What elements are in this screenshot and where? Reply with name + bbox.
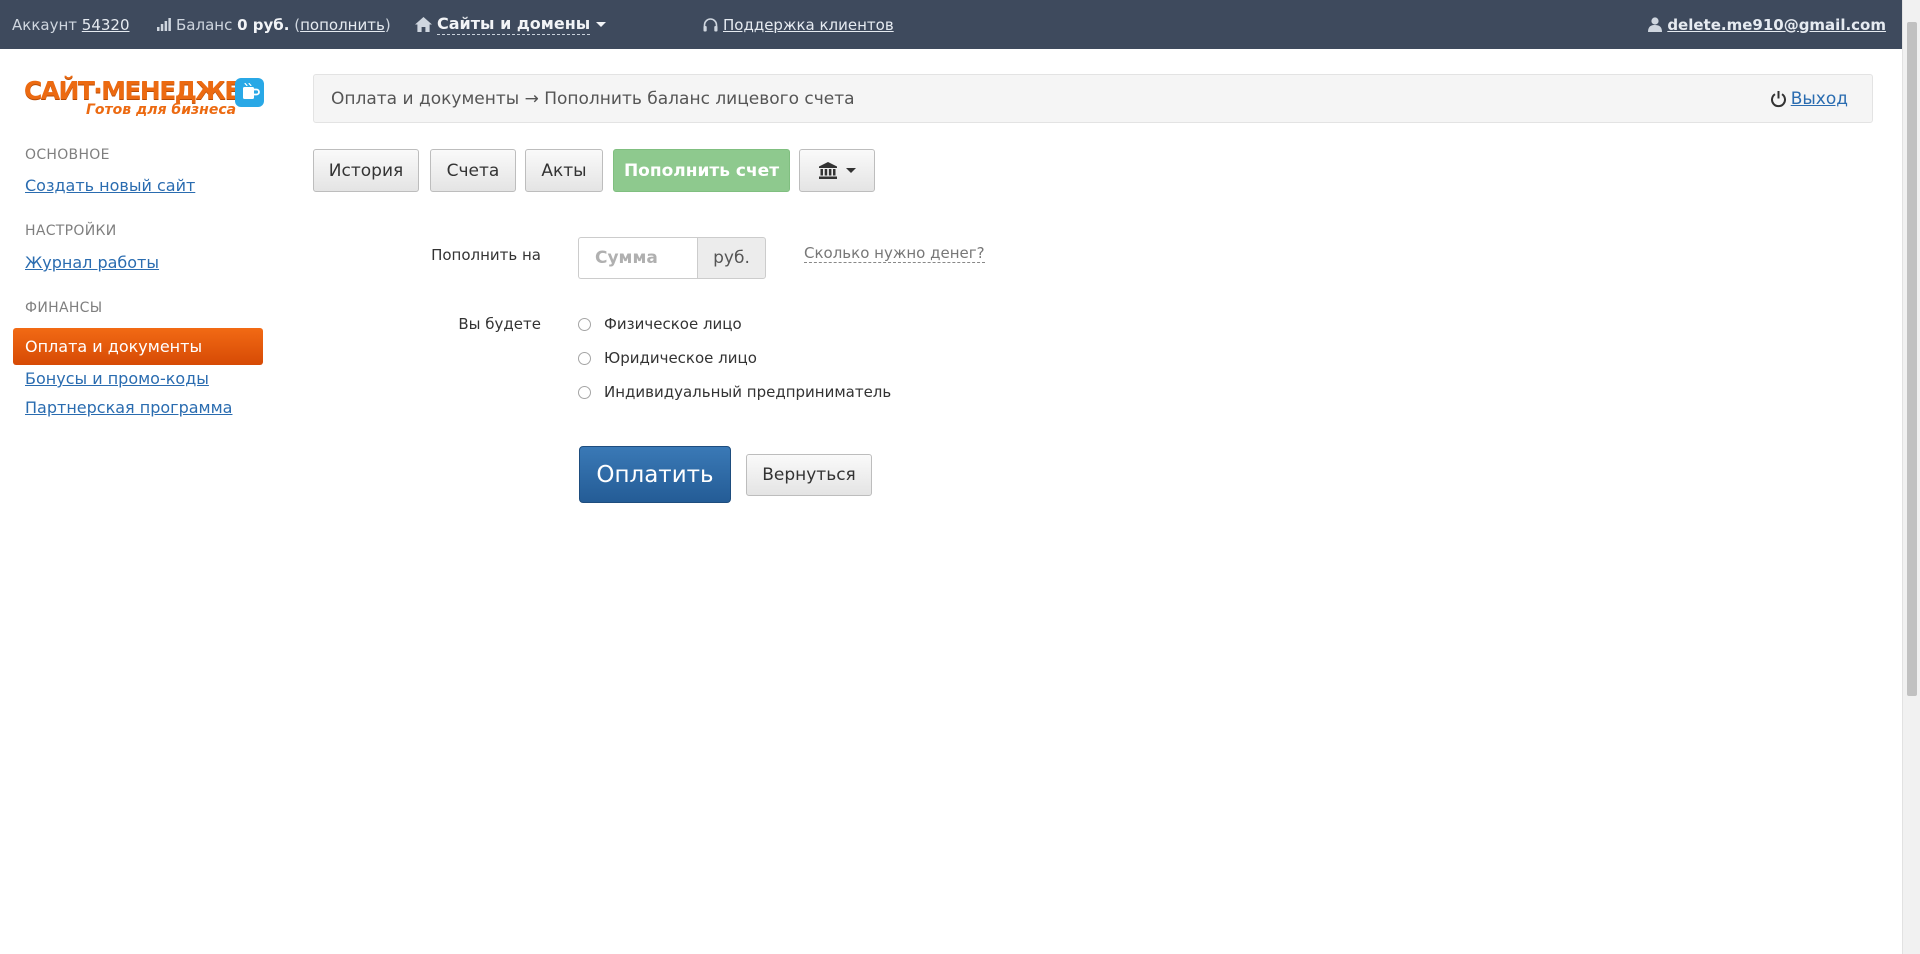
sites-menu[interactable]: Сайты и домены: [415, 0, 607, 49]
sidebar-heading-basic: ОСНОВНОЕ: [25, 147, 110, 163]
sidebar-item-payments-label: Оплата и документы: [25, 337, 203, 356]
history-button[interactable]: История: [313, 149, 419, 192]
account-label: Аккаунт: [12, 15, 77, 34]
breadcrumb: Оплата и документы → Пополнить баланс ли…: [313, 74, 1873, 123]
support: Поддержка клиентов: [703, 0, 894, 49]
headphones-icon: [703, 17, 718, 32]
sidebar-item-payments[interactable]: Оплата и документы: [13, 328, 263, 365]
sidebar-item-work-log[interactable]: Журнал работы: [25, 253, 159, 272]
sites-menu-label[interactable]: Сайты и домены: [437, 14, 591, 35]
entity-option-individual[interactable]: Физическое лицо: [578, 315, 742, 333]
chevron-down-icon: [845, 168, 856, 173]
user-email-link[interactable]: delete.me910@gmail.com: [1667, 16, 1886, 34]
topup-button[interactable]: Пополнить счет: [613, 149, 790, 192]
acts-button[interactable]: Акты: [525, 149, 603, 192]
breadcrumb-text: Оплата и документы → Пополнить баланс ли…: [331, 88, 855, 109]
support-link[interactable]: Поддержка клиентов: [723, 16, 894, 34]
how-much-money-link[interactable]: Сколько нужно денег?: [804, 244, 985, 263]
balance-value: 0 руб.: [237, 15, 290, 34]
exit-link[interactable]: Выход: [1791, 89, 1848, 109]
power-icon[interactable]: [1770, 90, 1787, 108]
bank-dropdown-button[interactable]: [799, 149, 875, 192]
sidebar-item-create-site[interactable]: Создать новый сайт: [25, 176, 195, 195]
topup-paren-close: ): [384, 15, 391, 34]
invoices-button[interactable]: Счета: [430, 149, 516, 192]
amount-input[interactable]: [578, 237, 697, 279]
entity-option-legal[interactable]: Юридическое лицо: [578, 349, 757, 367]
balance-label: Баланс: [176, 15, 233, 34]
sidebar-heading-finance: ФИНАНСЫ: [25, 300, 103, 316]
currency-addon: руб.: [697, 237, 766, 279]
radio-legal[interactable]: [578, 351, 591, 365]
signal-bars-icon: [157, 18, 171, 31]
entity-option-label: Физическое лицо: [604, 315, 742, 333]
scrollbar-thumb[interactable]: [1907, 22, 1917, 696]
user-menu: delete.me910@gmail.com: [1648, 0, 1886, 49]
exit-area: Выход: [1770, 75, 1848, 122]
entity-option-label: Юридическое лицо: [604, 349, 757, 367]
topup-link[interactable]: пополнить: [300, 16, 385, 34]
logo[interactable]: САЙТ·МЕНЕДЖЕР Готов для бизнеса: [24, 76, 264, 122]
home-icon: [415, 17, 432, 32]
bank-icon: [818, 162, 837, 179]
radio-individual[interactable]: [578, 317, 591, 331]
entity-option-label: Индивидуальный предприниматель: [604, 383, 892, 401]
amount-label: Пополнить на: [431, 246, 541, 264]
scrollbar[interactable]: [1902, 0, 1920, 954]
back-button[interactable]: Вернуться: [746, 454, 872, 496]
logo-sub-text: Готов для бизнеса: [86, 102, 237, 118]
radio-entrepreneur[interactable]: [578, 385, 591, 399]
entity-option-entrepreneur[interactable]: Индивидуальный предприниматель: [578, 383, 891, 401]
entity-label: Вы будете: [458, 315, 541, 333]
user-icon: [1648, 17, 1663, 32]
chevron-down-icon: [596, 22, 607, 27]
sidebar-item-partner-program[interactable]: Партнерская программа: [25, 398, 232, 417]
account-number-link[interactable]: 54320: [82, 16, 130, 34]
top-bar: Аккаунт 54320 Баланс 0 руб. (пополнить) …: [0, 0, 1920, 49]
logo-main-text: САЙТ·МЕНЕДЖЕР: [24, 76, 258, 105]
sidebar-heading-settings: НАСТРОЙКИ: [25, 223, 117, 239]
balance-info: Баланс 0 руб. (пополнить): [157, 0, 391, 49]
account-info: Аккаунт 54320: [12, 0, 130, 49]
pay-button[interactable]: Оплатить: [579, 446, 731, 503]
cup-icon: [235, 78, 264, 107]
sidebar-item-bonuses[interactable]: Бонусы и промо-коды: [25, 369, 209, 388]
